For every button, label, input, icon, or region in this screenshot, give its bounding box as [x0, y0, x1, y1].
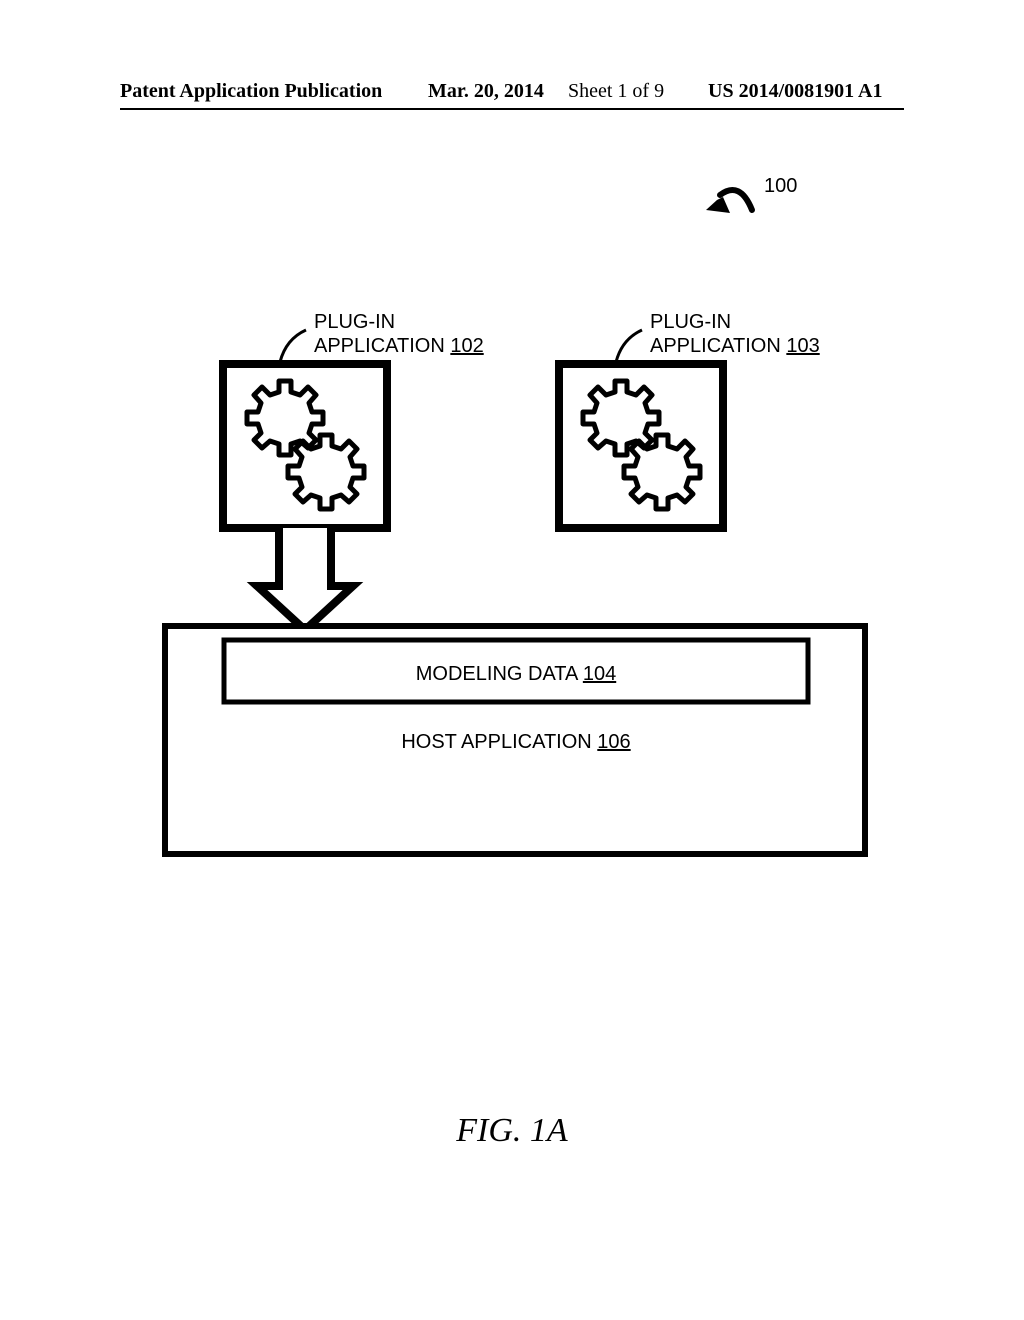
plugin-b-label-line2: APPLICATION 103 — [650, 335, 820, 357]
figure-1a-diagram: 100 PLUG-IN APPLICATION 102 PLUG-IN APPL… — [0, 0, 1024, 1320]
plugin-a-label-line2: APPLICATION 102 — [314, 335, 484, 357]
ref-100-arrowhead — [706, 197, 730, 213]
block-arrow-down — [257, 528, 353, 630]
plugin-a-leader — [280, 330, 306, 362]
plugin-a-label-line1: PLUG-IN — [314, 311, 395, 333]
ref-100: 100 — [764, 175, 797, 197]
plugin-b-label-line1: PLUG-IN — [650, 311, 731, 333]
modeling-data-label: MODELING DATA 104 — [416, 663, 616, 685]
plugin-b-leader — [616, 330, 642, 362]
host-app-label: HOST APPLICATION 106 — [401, 731, 630, 753]
